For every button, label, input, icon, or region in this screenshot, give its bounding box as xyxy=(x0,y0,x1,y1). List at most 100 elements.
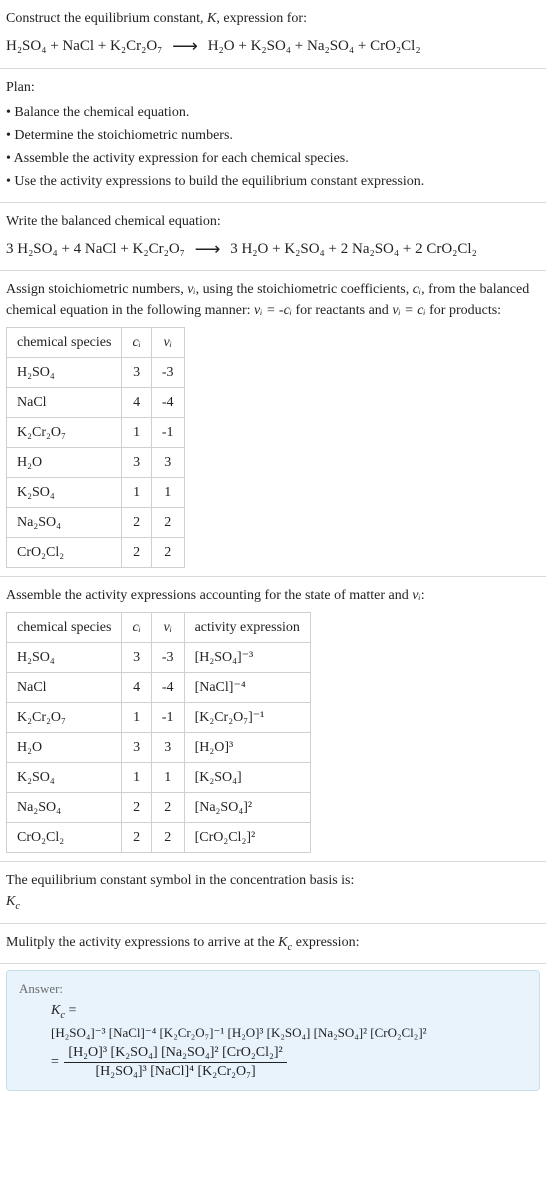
kc-line: Kc = xyxy=(51,1003,527,1022)
kc-symbol-block: The equilibrium constant symbol in the c… xyxy=(0,862,546,924)
kc-k: K xyxy=(6,894,15,909)
stoich-text: Assign stoichiometric numbers, xyxy=(6,282,187,297)
prompt-text: Construct the equilibrium constant, K, e… xyxy=(6,8,540,29)
table-header-row: chemical species cᵢ νᵢ activity expressi… xyxy=(7,613,311,643)
col-nui: νᵢ xyxy=(151,613,184,643)
col-species: chemical species xyxy=(7,328,122,358)
cell-activity: [H₂SO₄]⁻³ xyxy=(184,643,310,673)
table-row: CrO₂Cl₂22[CrO₂Cl₂]² xyxy=(7,823,311,853)
c-i: cᵢ xyxy=(413,282,421,297)
col-activity: activity expression xyxy=(184,613,310,643)
col-ci: cᵢ xyxy=(122,613,151,643)
table-row: H₂O33[H₂O]³ xyxy=(7,733,311,763)
plan-list: • Balance the chemical equation. • Deter… xyxy=(6,102,540,192)
cell-species: NaCl xyxy=(7,388,122,418)
cell-activity: [H₂O]³ xyxy=(184,733,310,763)
cell-species: K₂SO₄ xyxy=(7,763,122,793)
stoich-rel: νᵢ = -cᵢ xyxy=(254,303,292,318)
cell-ci: 1 xyxy=(122,763,151,793)
stoich-text: for reactants and xyxy=(292,303,392,318)
cell-activity: [K₂SO₄] xyxy=(184,763,310,793)
col-ci: cᵢ xyxy=(122,328,151,358)
table-row: K₂SO₄11[K₂SO₄] xyxy=(7,763,311,793)
cell-nui: 1 xyxy=(151,478,184,508)
stoich-table: chemical species cᵢ νᵢ H₂SO₄3-3 NaCl4-4 … xyxy=(6,327,185,568)
kc-product-line: [H₂SO₄]⁻³ [NaCl]⁻⁴ [K₂Cr₂O₇]⁻¹ [H₂O]³ [K… xyxy=(51,1025,527,1041)
cell-ci: 3 xyxy=(122,358,151,388)
prompt-k: K xyxy=(207,11,216,26)
cell-species: K₂Cr₂O₇ xyxy=(7,418,122,448)
cell-activity: [Na₂SO₄]² xyxy=(184,793,310,823)
unbalanced-reaction: H₂SO₄ + NaCl + K₂Cr₂O₇ ⟶ H₂O + K₂SO₄ + N… xyxy=(6,29,540,60)
cell-nui: 2 xyxy=(151,538,184,568)
kc-symbol-intro: The equilibrium constant symbol in the c… xyxy=(6,870,540,891)
prompt-part2: , expression for: xyxy=(216,11,307,26)
plan-block: Plan: • Balance the chemical equation. •… xyxy=(0,69,546,203)
activity-block: Assemble the activity expressions accoun… xyxy=(0,577,546,862)
reaction-arrow-icon: ⟶ xyxy=(172,31,198,62)
prompt-block: Construct the equilibrium constant, K, e… xyxy=(0,0,546,69)
table-row: K₂Cr₂O₇1-1 xyxy=(7,418,185,448)
cell-species: NaCl xyxy=(7,673,122,703)
cell-ci: 1 xyxy=(122,418,151,448)
cell-ci: 2 xyxy=(122,538,151,568)
cell-ci: 4 xyxy=(122,673,151,703)
cell-ci: 3 xyxy=(122,733,151,763)
kc-sub: c xyxy=(15,901,20,912)
table-row: Na₂SO₄22[Na₂SO₄]² xyxy=(7,793,311,823)
cell-nui: 3 xyxy=(151,733,184,763)
cell-species: H₂SO₄ xyxy=(7,358,122,388)
plan-item: • Balance the chemical equation. xyxy=(6,102,540,123)
balanced-reaction: 3 H₂SO₄ + 4 NaCl + K₂Cr₂O₇ ⟶ 3 H₂O + K₂S… xyxy=(6,232,540,263)
cell-nui: -4 xyxy=(151,673,184,703)
balanced-lhs: 3 H₂SO₄ + 4 NaCl + K₂Cr₂O₇ xyxy=(6,241,185,257)
reaction-arrow-icon: ⟶ xyxy=(195,234,221,265)
table-row: CrO₂Cl₂22 xyxy=(7,538,185,568)
cell-species: H₂O xyxy=(7,448,122,478)
cell-ci: 3 xyxy=(122,448,151,478)
prompt-part1: Construct the equilibrium constant, xyxy=(6,11,207,26)
cell-nui: -3 xyxy=(151,358,184,388)
cell-species: H₂SO₄ xyxy=(7,643,122,673)
nu-i: νᵢ xyxy=(187,282,195,297)
equals-sign: = xyxy=(65,1003,76,1018)
cell-ci: 3 xyxy=(122,643,151,673)
plan-item: • Use the activity expressions to build … xyxy=(6,171,540,192)
cell-nui: 2 xyxy=(151,508,184,538)
answer-label: Answer: xyxy=(19,981,527,997)
kc-fraction-line: = [H₂O]³ [K₂SO₄] [Na₂SO₄]² [CrO₂Cl₂]² [H… xyxy=(51,1045,527,1080)
table-row: H₂O33 xyxy=(7,448,185,478)
balanced-intro: Write the balanced chemical equation: xyxy=(6,211,540,232)
stoich-intro: Assign stoichiometric numbers, νᵢ, using… xyxy=(6,279,540,321)
reaction-lhs: H₂SO₄ + NaCl + K₂Cr₂O₇ xyxy=(6,38,162,54)
table-row: K₂SO₄11 xyxy=(7,478,185,508)
table-row: H₂SO₄3-3[H₂SO₄]⁻³ xyxy=(7,643,311,673)
cell-nui: 1 xyxy=(151,763,184,793)
equals-sign: = xyxy=(51,1054,62,1069)
fraction-numerator: [H₂O]³ [K₂SO₄] [Na₂SO₄]² [CrO₂Cl₂]² xyxy=(64,1045,286,1062)
cell-nui: -1 xyxy=(151,703,184,733)
cell-species: Na₂SO₄ xyxy=(7,508,122,538)
cell-activity: [K₂Cr₂O₇]⁻¹ xyxy=(184,703,310,733)
table-header-row: chemical species cᵢ νᵢ xyxy=(7,328,185,358)
stoich-text: , using the stoichiometric coefficients, xyxy=(196,282,413,297)
cell-nui: -1 xyxy=(151,418,184,448)
multiply-text: expression: xyxy=(292,935,359,950)
plan-item: • Assemble the activity expression for e… xyxy=(6,148,540,169)
table-row: Na₂SO₄22 xyxy=(7,508,185,538)
table-row: K₂Cr₂O₇1-1[K₂Cr₂O₇]⁻¹ xyxy=(7,703,311,733)
nu-i: νᵢ xyxy=(412,588,420,603)
table-row: H₂SO₄3-3 xyxy=(7,358,185,388)
activity-text: Assemble the activity expressions accoun… xyxy=(6,588,412,603)
table-row: NaCl4-4 xyxy=(7,388,185,418)
balanced-block: Write the balanced chemical equation: 3 … xyxy=(0,203,546,272)
plan-item: • Determine the stoichiometric numbers. xyxy=(6,125,540,146)
cell-species: H₂O xyxy=(7,733,122,763)
cell-ci: 4 xyxy=(122,388,151,418)
cell-nui: 2 xyxy=(151,823,184,853)
activity-table: chemical species cᵢ νᵢ activity expressi… xyxy=(6,612,311,853)
cell-nui: 3 xyxy=(151,448,184,478)
cell-ci: 2 xyxy=(122,508,151,538)
cell-species: CrO₂Cl₂ xyxy=(7,538,122,568)
cell-ci: 1 xyxy=(122,478,151,508)
